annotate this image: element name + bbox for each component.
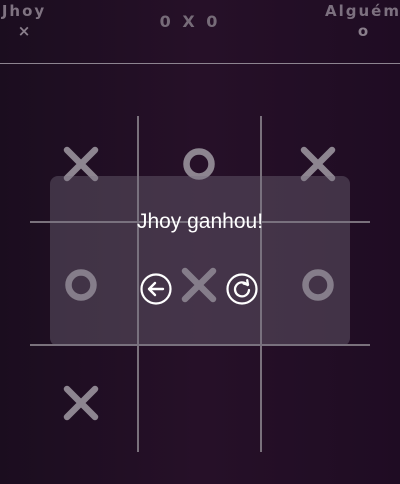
header-divider: [0, 63, 400, 64]
player-two-symbol: o: [357, 22, 369, 40]
scoreboard: 0 X 0: [159, 12, 221, 31]
board-cell-8[interactable]: [140, 348, 258, 458]
player-one-name: Jhoy: [1, 2, 47, 20]
board-cell-7[interactable]: [22, 348, 140, 458]
x-mark-icon: [63, 385, 99, 421]
result-overlay: Jhoy ganhou!: [50, 176, 350, 346]
restart-button[interactable]: [225, 272, 259, 306]
board-cell-9[interactable]: [259, 348, 377, 458]
back-button[interactable]: [139, 272, 173, 306]
arrow-left-circle-icon: [140, 273, 172, 305]
player-one: Jhoy ×: [0, 2, 48, 40]
restart-circle-icon: [226, 273, 258, 305]
result-message: Jhoy ganhou!: [136, 210, 264, 233]
player-two: Alguém o: [318, 2, 400, 40]
player-two-name: Alguém: [325, 2, 400, 20]
player-one-symbol: ×: [17, 22, 31, 40]
